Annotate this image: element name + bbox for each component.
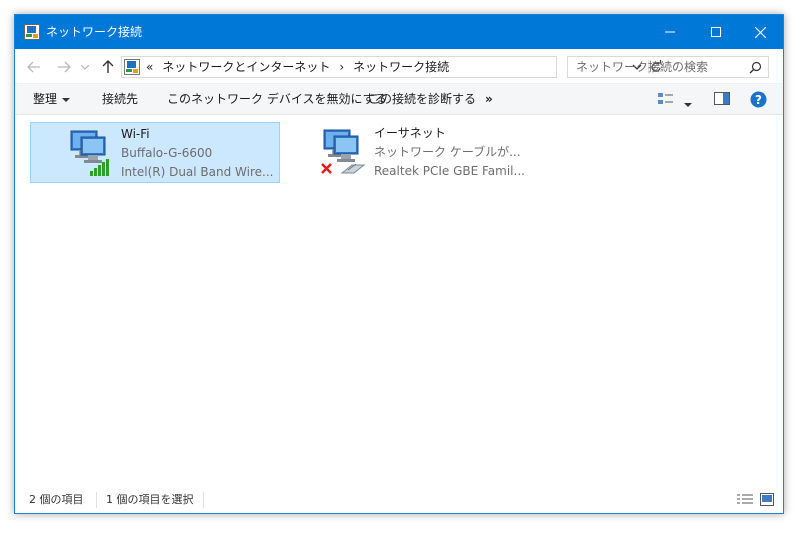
maximize-icon bbox=[711, 27, 721, 37]
back-arrow-icon bbox=[27, 61, 40, 73]
status-divider bbox=[96, 492, 97, 508]
breadcrumb-separator[interactable]: › bbox=[339, 60, 344, 75]
forward-arrow-icon bbox=[58, 61, 71, 73]
details-view-icon bbox=[737, 494, 753, 504]
status-bar: 2 個の項目 1 個の項目を選択 bbox=[15, 487, 783, 513]
wifi-adapter-icon bbox=[70, 130, 109, 176]
view-options-icon bbox=[658, 93, 673, 104]
breadcrumb: « ネットワークとインターネット › ネットワーク接続 bbox=[146, 60, 458, 75]
address-bar[interactable]: « ネットワークとインターネット › ネットワーク接続 bbox=[121, 56, 662, 78]
connections-list: Wi-Fi Buffalo-G-6600 Intel(R) Dual Band … bbox=[15, 115, 783, 488]
preview-pane-button[interactable] bbox=[714, 92, 730, 108]
ethernet-adapter-icon bbox=[321, 129, 366, 174]
connection-name: イーサネット bbox=[374, 126, 446, 140]
forward-button[interactable] bbox=[55, 58, 73, 76]
navigation-bar: « ネットワークとインターネット › ネットワーク接続 ネットワーク接続の検索 bbox=[15, 49, 783, 83]
diagnose-connection-button[interactable]: この接続を診断する bbox=[368, 92, 476, 107]
network-connections-app-icon bbox=[24, 24, 40, 40]
recent-locations-button[interactable] bbox=[79, 58, 91, 76]
search-placeholder[interactable]: ネットワーク接続の検索 bbox=[576, 60, 708, 75]
item-count: 2 個の項目 bbox=[29, 493, 84, 506]
help-icon: ? bbox=[750, 91, 767, 108]
network-folder-icon bbox=[124, 59, 140, 75]
window-title: ネットワーク接続 bbox=[46, 25, 143, 39]
minimize-icon bbox=[665, 31, 675, 33]
details-view-button[interactable] bbox=[737, 493, 753, 510]
connection-device: Intel(R) Dual Band Wire... bbox=[121, 165, 274, 179]
search-box[interactable]: ネットワーク接続の検索 bbox=[567, 56, 769, 78]
change-view-button[interactable] bbox=[658, 92, 674, 109]
chevron-down-icon bbox=[81, 64, 89, 70]
status-divider bbox=[203, 492, 204, 508]
selection-count: 1 個の項目を選択 bbox=[106, 493, 194, 506]
disable-device-button[interactable]: このネットワーク デバイスを無効にする bbox=[167, 92, 387, 107]
large-icons-view-icon bbox=[760, 493, 774, 506]
view-dropdown-button[interactable] bbox=[684, 97, 692, 111]
preview-pane-icon bbox=[714, 92, 730, 105]
close-icon bbox=[754, 26, 766, 38]
chevron-down-icon bbox=[684, 103, 692, 107]
maximize-button[interactable] bbox=[693, 15, 739, 49]
connection-status: Buffalo-G-6600 bbox=[121, 146, 213, 160]
breadcrumb-network-internet[interactable]: ネットワークとインターネット bbox=[162, 60, 330, 75]
svg-text:?: ? bbox=[755, 93, 762, 107]
connection-name: Wi-Fi bbox=[121, 127, 150, 141]
organize-menu[interactable]: 整理 bbox=[33, 92, 71, 107]
explorer-window: ネットワーク接続 « ネットワークとインターネット › ネットワーク接続 ネット… bbox=[14, 14, 784, 514]
connect-to-button[interactable]: 接続先 bbox=[102, 92, 138, 107]
ethernet-text: イーサネット ネットワーク ケーブルが... Realtek PCIe GBE … bbox=[374, 124, 525, 181]
close-button[interactable] bbox=[737, 15, 783, 49]
minimize-button[interactable] bbox=[647, 15, 693, 49]
help-button[interactable]: ? bbox=[750, 91, 767, 111]
connection-status: ネットワーク ケーブルが... bbox=[374, 145, 521, 159]
list-item-wifi[interactable]: Wi-Fi Buffalo-G-6600 Intel(R) Dual Band … bbox=[30, 122, 280, 183]
wifi-text: Wi-Fi Buffalo-G-6600 Intel(R) Dual Band … bbox=[121, 125, 273, 182]
more-commands-button[interactable]: » bbox=[485, 92, 493, 107]
title-bar[interactable]: ネットワーク接続 bbox=[15, 15, 783, 49]
chevron-down-icon bbox=[62, 97, 71, 102]
command-bar: 整理 接続先 このネットワーク デバイスを無効にする この接続を診断する » ? bbox=[15, 83, 783, 115]
large-icons-view-button[interactable] bbox=[760, 493, 774, 509]
search-icon[interactable] bbox=[749, 61, 762, 74]
list-item-ethernet[interactable]: イーサネット ネットワーク ケーブルが... Realtek PCIe GBE … bbox=[284, 122, 534, 183]
breadcrumb-network-connections[interactable]: ネットワーク接続 bbox=[353, 60, 449, 75]
up-button[interactable] bbox=[99, 58, 117, 76]
connection-device: Realtek PCIe GBE Famil... bbox=[374, 164, 525, 178]
breadcrumb-overflow[interactable]: « bbox=[146, 60, 153, 75]
up-arrow-icon bbox=[102, 60, 114, 73]
back-button[interactable] bbox=[25, 58, 43, 76]
